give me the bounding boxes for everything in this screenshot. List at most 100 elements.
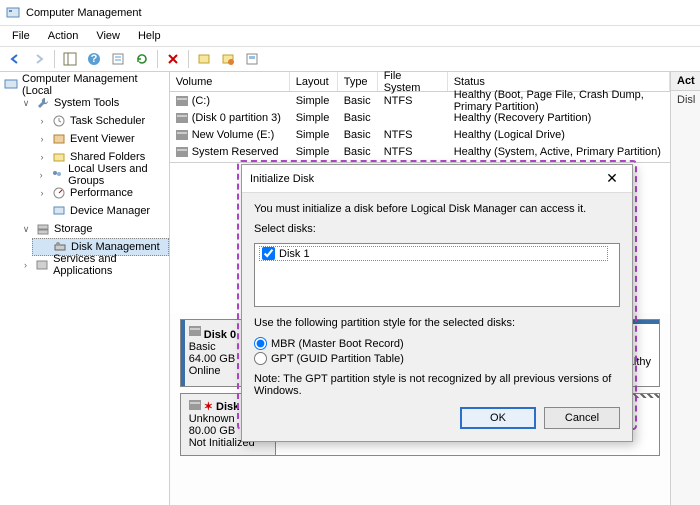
tree-event-viewer[interactable]: › Event Viewer: [32, 130, 169, 148]
tool-button-2[interactable]: [217, 48, 239, 70]
menu-action[interactable]: Action: [40, 28, 87, 44]
disk-size: 64.00 GB: [189, 353, 235, 365]
expand-icon[interactable]: ›: [36, 116, 48, 126]
tree-storage[interactable]: ∨ Storage: [16, 220, 169, 238]
volume-status: Healthy (Logical Drive): [448, 129, 670, 141]
tool-button-1[interactable]: [193, 48, 215, 70]
cancel-button[interactable]: Cancel: [544, 407, 620, 429]
computer-icon: [4, 78, 18, 92]
disk1-label: Disk 1: [279, 248, 310, 260]
svg-text:?: ?: [91, 53, 98, 65]
mbr-radio[interactable]: [254, 337, 267, 350]
actions-pane: Act Disl: [670, 72, 700, 505]
volume-fs: NTFS: [378, 129, 448, 141]
storage-icon: [36, 222, 50, 236]
ok-button[interactable]: OK: [460, 407, 536, 429]
menu-bar: File Action View Help: [0, 26, 700, 46]
volume-type: Basic: [338, 95, 378, 107]
radio-mbr-row[interactable]: MBR (Master Boot Record): [254, 337, 620, 350]
forward-button[interactable]: [28, 48, 50, 70]
col-fs[interactable]: File System: [378, 72, 448, 91]
performance-icon: [52, 186, 66, 200]
toolbar: ?: [0, 46, 700, 72]
disk-status: Online: [189, 365, 221, 377]
close-button[interactable]: ✕: [600, 167, 624, 191]
disk-type: Basic: [189, 341, 216, 353]
volume-icon: [176, 130, 188, 140]
volume-layout: Simple: [290, 112, 338, 124]
refresh-button[interactable]: [131, 48, 153, 70]
radio-gpt-row[interactable]: GPT (GUID Partition Table): [254, 352, 620, 365]
show-hide-tree-button[interactable]: [59, 48, 81, 70]
partition-style-label: Use the following partition style for th…: [254, 317, 620, 329]
actions-item[interactable]: Disl: [671, 91, 700, 109]
volume-icon: [176, 96, 188, 106]
expand-icon[interactable]: ›: [36, 134, 48, 144]
volume-row[interactable]: New Volume (E:) Simple Basic NTFS Health…: [170, 126, 670, 143]
volume-status: Healthy (System, Active, Primary Partiti…: [448, 146, 670, 158]
col-volume[interactable]: Volume: [170, 72, 290, 91]
disk-size: 80.00 GB: [189, 425, 235, 437]
col-layout[interactable]: Layout: [290, 72, 338, 91]
tree-label: Device Manager: [70, 205, 150, 217]
device-icon: [52, 204, 66, 218]
separator: [54, 50, 55, 68]
volume-icon: [176, 113, 188, 123]
menu-help[interactable]: Help: [130, 28, 169, 44]
expand-icon[interactable]: ›: [20, 260, 31, 270]
disk-select-list[interactable]: Disk 1: [254, 243, 620, 307]
volume-row[interactable]: (C:) Simple Basic NTFS Healthy (Boot, Pa…: [170, 92, 670, 109]
disk-checkbox-row[interactable]: Disk 1: [259, 246, 608, 261]
volume-icon: [176, 147, 188, 157]
expand-icon[interactable]: ›: [36, 188, 48, 198]
gpt-radio[interactable]: [254, 352, 267, 365]
window-title: Computer Management: [26, 7, 142, 19]
dialog-title: Initialize Disk: [250, 173, 314, 185]
volume-type: Basic: [338, 146, 378, 158]
tree-label: Event Viewer: [70, 133, 135, 145]
event-icon: [52, 132, 66, 146]
expand-icon[interactable]: ›: [36, 170, 46, 180]
users-icon: [50, 168, 64, 182]
disk1-checkbox[interactable]: [262, 247, 275, 260]
initialize-disk-dialog: Initialize Disk ✕ You must initialize a …: [241, 164, 633, 442]
expand-icon[interactable]: ›: [36, 152, 48, 162]
col-type[interactable]: Type: [338, 72, 378, 91]
tree-root[interactable]: Computer Management (Local: [0, 76, 169, 94]
menu-file[interactable]: File: [4, 28, 38, 44]
volume-name: New Volume (E:): [192, 129, 275, 141]
volume-fs: NTFS: [378, 95, 448, 107]
help-button[interactable]: ?: [83, 48, 105, 70]
tree-label: Shared Folders: [70, 151, 145, 163]
folder-share-icon: [52, 150, 66, 164]
collapse-icon[interactable]: ∨: [20, 98, 32, 109]
back-button[interactable]: [4, 48, 26, 70]
tree-label: Performance: [70, 187, 133, 199]
tree-local-users[interactable]: ›Local Users and Groups: [32, 166, 169, 184]
volume-list: (C:) Simple Basic NTFS Healthy (Boot, Pa…: [170, 92, 670, 163]
app-icon: [6, 6, 20, 20]
volume-type: Basic: [338, 112, 378, 124]
disk-icon: [189, 400, 201, 410]
dialog-titlebar: Initialize Disk ✕: [242, 165, 632, 193]
dialog-intro: You must initialize a disk before Logica…: [254, 203, 620, 215]
tree-task-scheduler[interactable]: ›Task Scheduler: [32, 112, 169, 130]
tree-services[interactable]: ›Services and Applications: [16, 256, 169, 274]
volume-status: Healthy (Boot, Page File, Crash Dump, Pr…: [448, 89, 670, 113]
delete-button[interactable]: [162, 48, 184, 70]
tree-device-manager[interactable]: Device Manager: [32, 202, 169, 220]
clock-icon: [52, 114, 66, 128]
dialog-note: Note: The GPT partition style is not rec…: [254, 373, 620, 397]
disk-mgmt-icon: [53, 240, 67, 254]
disk-title: Disk 0: [204, 329, 236, 341]
volume-row[interactable]: (Disk 0 partition 3) Simple Basic Health…: [170, 109, 670, 126]
volume-type: Basic: [338, 129, 378, 141]
collapse-icon[interactable]: ∨: [20, 224, 32, 235]
tool-button-3[interactable]: [241, 48, 263, 70]
menu-view[interactable]: View: [88, 28, 128, 44]
properties-button[interactable]: [107, 48, 129, 70]
tree-pane: Computer Management (Local ∨ System Tool…: [0, 72, 170, 505]
volume-row[interactable]: System Reserved Simple Basic NTFS Health…: [170, 143, 670, 160]
tree-label: Storage: [54, 223, 93, 235]
separator: [157, 50, 158, 68]
